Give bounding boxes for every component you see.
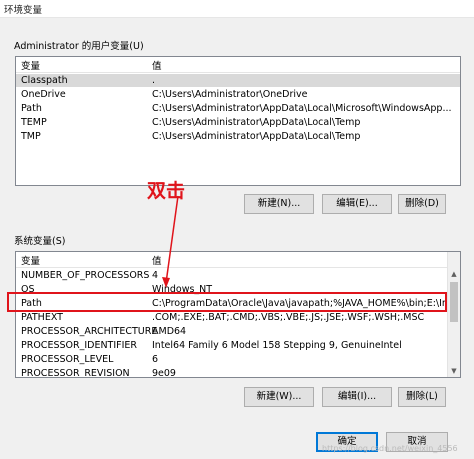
annotation-arrow-icon — [162, 195, 179, 288]
highlight-box — [7, 292, 447, 312]
watermark: https://blog.csdn.net/weixin_4556 — [322, 444, 458, 453]
